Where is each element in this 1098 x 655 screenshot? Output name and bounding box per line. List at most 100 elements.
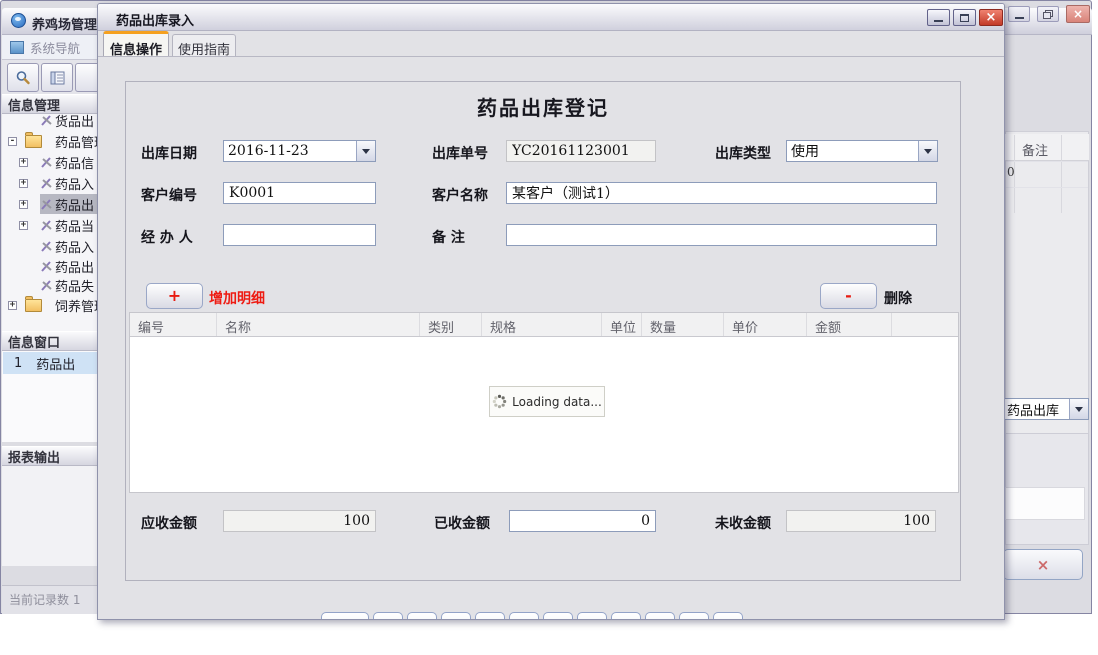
expand-minus-icon[interactable]: -	[8, 136, 17, 146]
info-window-item[interactable]: 1 药品出	[3, 352, 97, 374]
status-bar: 当前记录数 1	[2, 585, 98, 614]
main-restore-button[interactable]	[1037, 6, 1059, 22]
search-button[interactable]	[7, 63, 39, 92]
col-header-jine[interactable]: 金额	[807, 313, 892, 336]
module-combobox[interactable]	[1002, 398, 1089, 420]
nav-tab-label: 系统导航	[30, 40, 81, 56]
dialog-minimize-button[interactable]	[927, 9, 950, 26]
tool-icon	[41, 219, 52, 231]
nav-toolbar-button-3[interactable]	[407, 612, 437, 619]
nav-toolbar-button-1[interactable]	[321, 612, 369, 619]
tool-icon	[41, 177, 52, 189]
info-item-label: 药品出	[36, 357, 76, 373]
handler-field[interactable]	[223, 224, 376, 246]
dialog-drug-outbound-entry: 药品出库录入 × 信息操作 使用指南 药品出库登记 出库日期 出库单号 出库类型…	[97, 3, 1005, 620]
out-date-combobox[interactable]	[223, 140, 376, 162]
tool-icon	[41, 279, 52, 291]
out-no-field	[506, 140, 656, 162]
form-view-button[interactable]	[41, 63, 73, 92]
dialog-maximize-button[interactable]	[953, 9, 976, 26]
folder-icon	[25, 295, 42, 312]
expand-plus-icon[interactable]: +	[8, 300, 17, 310]
tab-user-guide[interactable]: 使用指南	[172, 34, 236, 58]
nav-toolbar-button-4[interactable]	[441, 612, 471, 619]
chevron-down-icon[interactable]	[1069, 399, 1088, 419]
main-minimize-button[interactable]	[1008, 6, 1030, 22]
plus-icon: +	[167, 286, 182, 305]
section-header-info-window[interactable]: 信息窗口	[2, 331, 98, 351]
col-header-danwei[interactable]: 单位	[602, 313, 642, 336]
label-unreceived: 未收金额	[715, 516, 771, 532]
delete-detail-button[interactable]: -	[820, 283, 877, 309]
received-field[interactable]	[509, 510, 656, 532]
background-grid-col-remark[interactable]: 备注	[1022, 140, 1048, 159]
remark-field[interactable]	[506, 224, 937, 246]
col-header-leibie[interactable]: 类别	[420, 313, 482, 336]
spinner-icon	[492, 394, 507, 409]
label-remark: 备 注	[432, 230, 465, 246]
folder-icon	[25, 131, 42, 148]
background-grid-cell: 0	[1007, 165, 1015, 179]
nav-toolbar-button-8[interactable]	[577, 612, 607, 619]
background-grid	[1005, 131, 1089, 481]
screen: 养鸡场管理系 × 系统导航 信息管理 货品出 - 药品管理 + 药品信 + 药品…	[0, 0, 1098, 655]
expand-plus-icon[interactable]: +	[19, 199, 28, 209]
minimize-icon	[1014, 16, 1024, 19]
tool-icon	[41, 260, 52, 272]
nav-toolbar-button-10[interactable]	[645, 612, 675, 619]
tree-item-siyang-guanli[interactable]: + 饲养管理	[2, 295, 104, 315]
tab-info-operation[interactable]: 信息操作	[103, 31, 169, 58]
add-detail-label: 增加明细	[209, 291, 265, 307]
sidebar-toolbar	[2, 60, 101, 94]
delete-detail-label: 删除	[884, 291, 912, 307]
info-item-number: 1	[14, 355, 23, 371]
dialog-title: 药品出库录入	[116, 14, 195, 29]
col-header-danjia[interactable]: 单价	[724, 313, 807, 336]
sidebar-nav-header[interactable]: 系统导航	[2, 35, 98, 60]
receivable-field	[223, 510, 376, 532]
section-header-report-output[interactable]: 报表输出	[2, 446, 98, 466]
tree-item-yaopin-guanli[interactable]: - 药品管理	[2, 131, 104, 151]
nav-toolbar-button-7[interactable]	[543, 612, 573, 619]
loading-text: Loading data...	[512, 394, 602, 409]
expand-plus-icon[interactable]: +	[19, 157, 28, 167]
report-output-panel	[2, 466, 98, 566]
label-out-no: 出库单号	[432, 146, 488, 162]
loading-indicator: Loading data...	[489, 386, 605, 417]
nav-toolbar-button-2[interactable]	[373, 612, 403, 619]
tool-icon	[41, 156, 52, 168]
nav-toolbar-button-6[interactable]	[509, 612, 539, 619]
out-type-value[interactable]	[787, 141, 918, 161]
add-detail-button[interactable]: +	[146, 283, 203, 309]
minus-icon: -	[845, 286, 852, 305]
module-combobox-value[interactable]	[1003, 399, 1069, 419]
label-handler: 经 办 人	[141, 230, 193, 246]
tool-icon	[41, 198, 52, 210]
customer-name-field[interactable]	[506, 182, 937, 204]
label-receivable: 应收金额	[141, 516, 197, 532]
tool-icon	[41, 240, 52, 252]
detail-grid-header: 编号 名称 类别 规格 单位 数量 单价 金额	[130, 313, 958, 337]
chevron-down-icon[interactable]	[356, 141, 375, 161]
main-close-button[interactable]: ×	[1066, 5, 1090, 23]
out-date-value[interactable]	[224, 141, 356, 161]
dialog-close-button[interactable]: ×	[979, 9, 1003, 26]
search-icon	[16, 70, 30, 84]
label-customer-name: 客户名称	[432, 188, 488, 204]
col-header-guige[interactable]: 规格	[482, 313, 602, 336]
col-header-bianhao[interactable]: 编号	[130, 313, 217, 336]
nav-toolbar-button-5[interactable]	[475, 612, 505, 619]
chevron-down-icon[interactable]	[918, 141, 937, 161]
cancel-button[interactable]: ×	[1003, 549, 1083, 580]
expand-plus-icon[interactable]: +	[19, 220, 28, 230]
nav-toolbar-button-12[interactable]	[713, 612, 743, 619]
customer-no-field[interactable]	[223, 182, 376, 204]
col-header-shuliang[interactable]: 数量	[642, 313, 724, 336]
nav-toolbar-button-9[interactable]	[611, 612, 641, 619]
out-type-combobox[interactable]	[786, 140, 938, 162]
col-header-mingcheng[interactable]: 名称	[217, 313, 420, 336]
form-title: 药品出库登记	[477, 96, 609, 120]
dialog-titlebar[interactable]: 药品出库录入	[98, 4, 1004, 31]
nav-toolbar-button-11[interactable]	[679, 612, 709, 619]
expand-plus-icon[interactable]: +	[19, 178, 28, 188]
